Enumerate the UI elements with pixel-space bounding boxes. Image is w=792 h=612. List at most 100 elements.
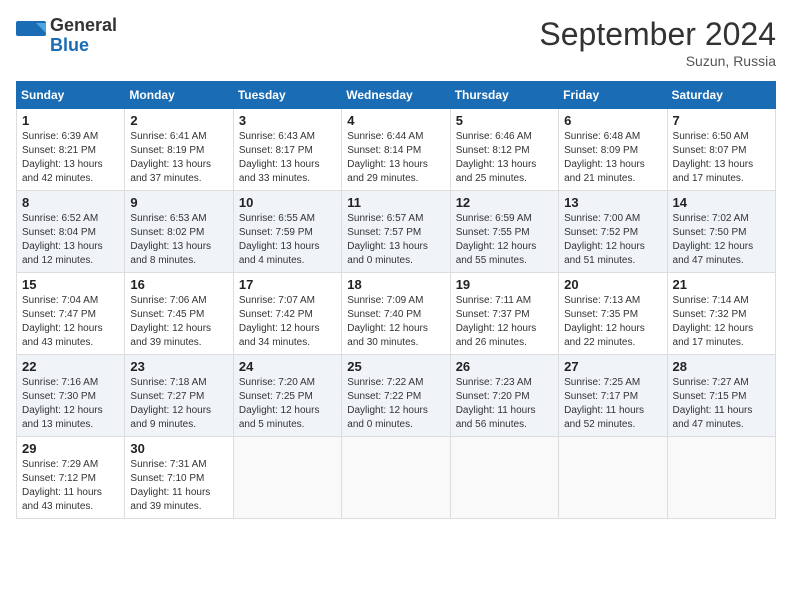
- calendar-cell: 12 Sunrise: 6:59 AM Sunset: 7:55 PM Dayli…: [450, 191, 558, 273]
- day-number: 17: [239, 277, 336, 292]
- weekday-friday: Friday: [559, 82, 667, 109]
- weekday-header-row: SundayMondayTuesdayWednesdayThursdayFrid…: [17, 82, 776, 109]
- calendar-cell: 7 Sunrise: 6:50 AM Sunset: 8:07 PM Daylig…: [667, 109, 775, 191]
- day-number: 29: [22, 441, 119, 456]
- day-number: 25: [347, 359, 444, 374]
- calendar-cell: 4Sunrise: 6:44 AM Sunset: 8:14 PM Daylig…: [342, 109, 450, 191]
- logo: General Blue: [16, 16, 117, 56]
- calendar-cell: 5 Sunrise: 6:46 AM Sunset: 8:12 PM Daylig…: [450, 109, 558, 191]
- day-number: 1: [22, 113, 119, 128]
- day-number: 22: [22, 359, 119, 374]
- calendar-table: SundayMondayTuesdayWednesdayThursdayFrid…: [16, 81, 776, 519]
- calendar-cell: 26 Sunrise: 7:23 AM Sunset: 7:20 PM Dayli…: [450, 355, 558, 437]
- calendar-week-0: 1 Sunrise: 6:39 AM Sunset: 8:21 PM Daylig…: [17, 109, 776, 191]
- day-info: Sunrise: 7:29 AM Sunset: 7:12 PM Dayligh…: [22, 458, 119, 514]
- day-number: 28: [673, 359, 770, 374]
- day-number: 10: [239, 195, 336, 210]
- calendar-cell: 3 Sunrise: 6:43 AM Sunset: 8:17 PM Daylig…: [233, 109, 341, 191]
- day-info: Sunrise: 6:52 AM Sunset: 8:04 PM Dayligh…: [22, 212, 119, 268]
- calendar-week-1: 8 Sunrise: 6:52 AM Sunset: 8:04 PM Daylig…: [17, 191, 776, 273]
- calendar-cell: 27 Sunrise: 7:25 AM Sunset: 7:17 PM Dayli…: [559, 355, 667, 437]
- calendar-cell: 29 Sunrise: 7:29 AM Sunset: 7:12 PM Dayli…: [17, 437, 125, 519]
- day-number: 6: [564, 113, 661, 128]
- day-info: Sunrise: 6:48 AM Sunset: 8:09 PM Dayligh…: [564, 130, 661, 186]
- calendar-header: SundayMondayTuesdayWednesdayThursdayFrid…: [17, 82, 776, 109]
- day-number: 24: [239, 359, 336, 374]
- calendar-cell: 22Sunrise: 7:16 AM Sunset: 7:30 PM Dayli…: [17, 355, 125, 437]
- calendar-cell: 9Sunrise: 6:53 AM Sunset: 8:02 PM Daylig…: [125, 191, 233, 273]
- day-number: 18: [347, 277, 444, 292]
- day-info: Sunrise: 6:44 AM Sunset: 8:14 PM Dayligh…: [347, 130, 444, 186]
- calendar-body: 1 Sunrise: 6:39 AM Sunset: 8:21 PM Daylig…: [17, 109, 776, 519]
- day-info: Sunrise: 7:23 AM Sunset: 7:20 PM Dayligh…: [456, 376, 553, 432]
- day-info: Sunrise: 7:20 AM Sunset: 7:25 PM Dayligh…: [239, 376, 336, 432]
- calendar-cell: [667, 437, 775, 519]
- day-number: 3: [239, 113, 336, 128]
- day-info: Sunrise: 6:50 AM Sunset: 8:07 PM Dayligh…: [673, 130, 770, 186]
- calendar-cell: 30Sunrise: 7:31 AM Sunset: 7:10 PM Dayli…: [125, 437, 233, 519]
- calendar-cell: 24 Sunrise: 7:20 AM Sunset: 7:25 PM Dayli…: [233, 355, 341, 437]
- calendar-week-3: 22Sunrise: 7:16 AM Sunset: 7:30 PM Dayli…: [17, 355, 776, 437]
- calendar-cell: [342, 437, 450, 519]
- calendar-cell: 8 Sunrise: 6:52 AM Sunset: 8:04 PM Daylig…: [17, 191, 125, 273]
- day-number: 27: [564, 359, 661, 374]
- calendar-cell: 21Sunrise: 7:14 AM Sunset: 7:32 PM Dayli…: [667, 273, 775, 355]
- day-info: Sunrise: 7:00 AM Sunset: 7:52 PM Dayligh…: [564, 212, 661, 268]
- logo-icon: [16, 21, 46, 51]
- calendar-cell: 14 Sunrise: 7:02 AM Sunset: 7:50 PM Dayli…: [667, 191, 775, 273]
- day-number: 15: [22, 277, 119, 292]
- calendar-cell: [233, 437, 341, 519]
- day-info: Sunrise: 7:25 AM Sunset: 7:17 PM Dayligh…: [564, 376, 661, 432]
- day-info: Sunrise: 6:43 AM Sunset: 8:17 PM Dayligh…: [239, 130, 336, 186]
- calendar-cell: 28 Sunrise: 7:27 AM Sunset: 7:15 PM Dayli…: [667, 355, 775, 437]
- day-number: 23: [130, 359, 227, 374]
- calendar-cell: 17 Sunrise: 7:07 AM Sunset: 7:42 PM Dayli…: [233, 273, 341, 355]
- day-info: Sunrise: 6:59 AM Sunset: 7:55 PM Dayligh…: [456, 212, 553, 268]
- calendar-cell: 6 Sunrise: 6:48 AM Sunset: 8:09 PM Daylig…: [559, 109, 667, 191]
- day-info: Sunrise: 6:46 AM Sunset: 8:12 PM Dayligh…: [456, 130, 553, 186]
- day-number: 20: [564, 277, 661, 292]
- day-info: Sunrise: 7:04 AM Sunset: 7:47 PM Dayligh…: [22, 294, 119, 350]
- day-number: 8: [22, 195, 119, 210]
- day-number: 12: [456, 195, 553, 210]
- day-info: Sunrise: 6:41 AM Sunset: 8:19 PM Dayligh…: [130, 130, 227, 186]
- month-title: September 2024: [539, 16, 776, 53]
- calendar-cell: 2 Sunrise: 6:41 AM Sunset: 8:19 PM Daylig…: [125, 109, 233, 191]
- day-info: Sunrise: 7:27 AM Sunset: 7:15 PM Dayligh…: [673, 376, 770, 432]
- weekday-thursday: Thursday: [450, 82, 558, 109]
- calendar-cell: 10 Sunrise: 6:55 AM Sunset: 7:59 PM Dayli…: [233, 191, 341, 273]
- day-info: Sunrise: 7:31 AM Sunset: 7:10 PM Dayligh…: [130, 458, 227, 514]
- logo-text: General Blue: [50, 16, 117, 56]
- day-info: Sunrise: 7:06 AM Sunset: 7:45 PM Dayligh…: [130, 294, 227, 350]
- day-info: Sunrise: 6:39 AM Sunset: 8:21 PM Dayligh…: [22, 130, 119, 186]
- day-info: Sunrise: 6:55 AM Sunset: 7:59 PM Dayligh…: [239, 212, 336, 268]
- day-info: Sunrise: 7:09 AM Sunset: 7:40 PM Dayligh…: [347, 294, 444, 350]
- day-info: Sunrise: 7:13 AM Sunset: 7:35 PM Dayligh…: [564, 294, 661, 350]
- day-info: Sunrise: 7:02 AM Sunset: 7:50 PM Dayligh…: [673, 212, 770, 268]
- location: Suzun, Russia: [539, 53, 776, 69]
- calendar-cell: 16Sunrise: 7:06 AM Sunset: 7:45 PM Dayli…: [125, 273, 233, 355]
- calendar-cell: 19Sunrise: 7:11 AM Sunset: 7:37 PM Dayli…: [450, 273, 558, 355]
- calendar-cell: 13 Sunrise: 7:00 AM Sunset: 7:52 PM Dayli…: [559, 191, 667, 273]
- day-info: Sunrise: 7:07 AM Sunset: 7:42 PM Dayligh…: [239, 294, 336, 350]
- day-number: 2: [130, 113, 227, 128]
- calendar-cell: 15 Sunrise: 7:04 AM Sunset: 7:47 PM Dayli…: [17, 273, 125, 355]
- day-number: 19: [456, 277, 553, 292]
- day-info: Sunrise: 7:18 AM Sunset: 7:27 PM Dayligh…: [130, 376, 227, 432]
- calendar-week-2: 15 Sunrise: 7:04 AM Sunset: 7:47 PM Dayli…: [17, 273, 776, 355]
- page-header: General Blue September 2024 Suzun, Russi…: [16, 16, 776, 69]
- calendar-cell: 18 Sunrise: 7:09 AM Sunset: 7:40 PM Dayli…: [342, 273, 450, 355]
- day-number: 5: [456, 113, 553, 128]
- day-number: 7: [673, 113, 770, 128]
- day-number: 26: [456, 359, 553, 374]
- calendar-cell: [559, 437, 667, 519]
- day-number: 14: [673, 195, 770, 210]
- day-number: 21: [673, 277, 770, 292]
- day-number: 13: [564, 195, 661, 210]
- weekday-wednesday: Wednesday: [342, 82, 450, 109]
- weekday-sunday: Sunday: [17, 82, 125, 109]
- title-area: September 2024 Suzun, Russia: [539, 16, 776, 69]
- day-number: 11: [347, 195, 444, 210]
- calendar-week-4: 29 Sunrise: 7:29 AM Sunset: 7:12 PM Dayli…: [17, 437, 776, 519]
- weekday-monday: Monday: [125, 82, 233, 109]
